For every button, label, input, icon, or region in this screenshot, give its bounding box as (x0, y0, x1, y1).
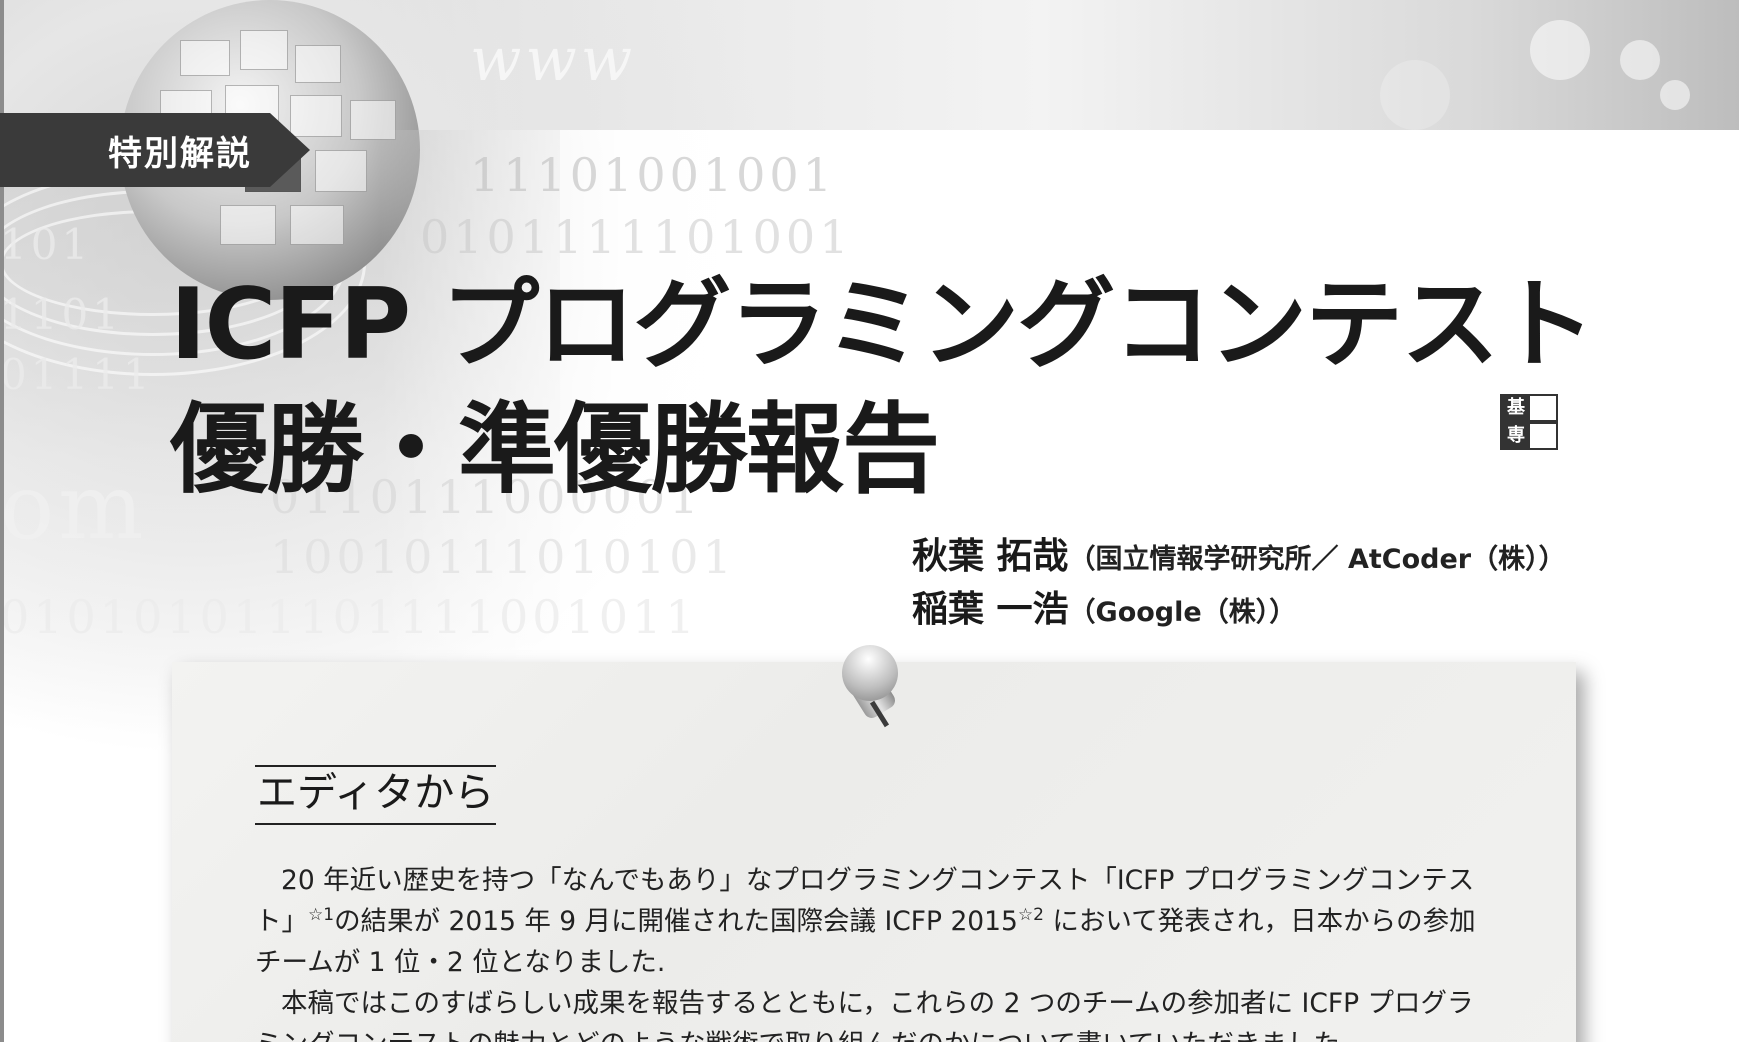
flag-tile (240, 30, 288, 70)
background-binary-text: 010101011101111001011 (0, 590, 699, 644)
article-title-line-2: 優勝・準優勝報告 (170, 393, 940, 507)
author-name: 秋葉 拓哉 (912, 536, 1069, 577)
author-name: 稲葉 一浩 (912, 589, 1069, 630)
background-text: www (470, 25, 637, 95)
level-mark-label: 基 (1502, 396, 1530, 420)
footnote-marker: ☆2 (1017, 905, 1044, 926)
article-title-line-1: ICFP プログラミングコンテスト (170, 268, 1595, 382)
background-text: om (0, 455, 148, 560)
author-affiliation: （国立情報学研究所／ AtCoder（株）） (1068, 544, 1566, 575)
bokeh-light (1660, 80, 1690, 110)
flag-tile (290, 95, 342, 137)
editor-note-heading: エディタから (255, 765, 497, 825)
flag-tile (290, 205, 344, 245)
flag-tile (180, 40, 230, 76)
bokeh-light (1530, 20, 1590, 80)
level-mark-basic: 基 (1500, 394, 1558, 422)
bokeh-light (1380, 60, 1450, 130)
level-mark-label: 専 (1502, 424, 1530, 448)
background-binary-text: 1101 (0, 290, 123, 339)
footnote-marker: ☆1 (308, 905, 335, 926)
flag-tile (220, 205, 276, 245)
background-binary-text: 10010111010101 (270, 530, 736, 584)
background-binary-text: 11101001001 (470, 148, 836, 202)
flag-tile (315, 150, 367, 192)
background-binary-text: 01111 (0, 350, 154, 399)
bokeh-light (1620, 40, 1660, 80)
paragraph: 本稿ではこのすばらしい成果を報告するとともに，これらの 2 つのチームの参加者に… (255, 988, 1474, 1042)
author-line: 稲葉 一浩（Google（株）） (912, 580, 1296, 632)
editor-note-body: 20 年近い歴史を持つ「なんでもあり」なプログラミングコンテスト「ICFP プロ… (255, 860, 1490, 1042)
section-tag-label: 特別解説 (108, 134, 252, 174)
author-affiliation: （Google（株）） (1068, 597, 1297, 628)
level-mark-expert: 専 (1500, 422, 1558, 450)
author-line: 秋葉 拓哉（国立情報学研究所／ AtCoder（株）） (912, 527, 1566, 579)
page: www 11101001001 0101111101001 101 1101 0… (0, 0, 1739, 1042)
background-binary-text: 101 (0, 220, 93, 269)
paragraph: 20 年近い歴史を持つ「なんでもあり」なプログラミングコンテスト「ICFP プロ… (255, 860, 1490, 983)
flag-tile (295, 45, 341, 83)
text-run: の結果が 2015 年 9 月に開催された国際会議 ICFP 2015 (334, 906, 1018, 937)
